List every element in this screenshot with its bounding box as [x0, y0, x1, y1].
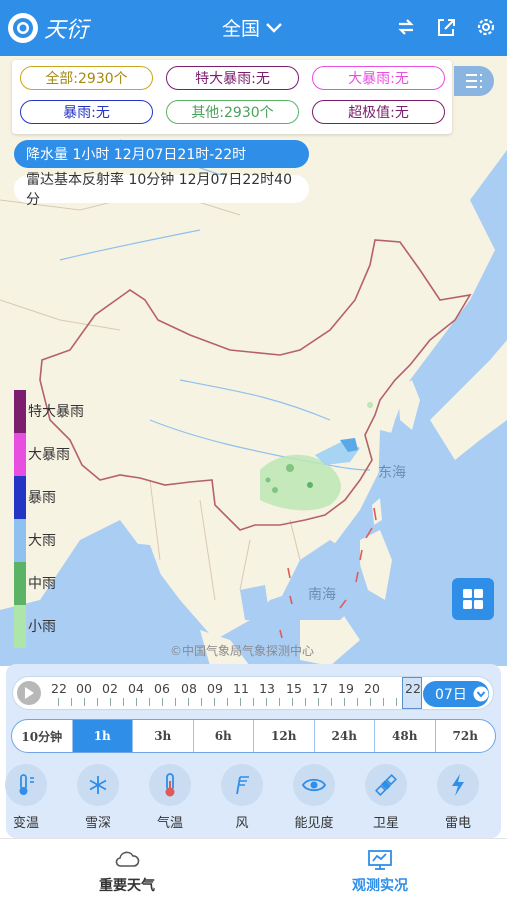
radar-layer-pill[interactable]: 雷达基本反射率 10分钟 12月07日22时40分 — [14, 172, 309, 208]
hour-label: 09 — [207, 681, 223, 696]
time-ticks — [53, 698, 413, 708]
map-watermark: ©中国气象局气象探测中心 — [170, 644, 315, 658]
play-icon — [25, 687, 34, 699]
wind-flag-icon — [221, 764, 263, 806]
date-label: 07日 — [435, 687, 467, 703]
radar-layer-label: 雷达基本反射率 10分钟 12月07日22时40分 — [26, 172, 292, 208]
category-label: 变温 — [12, 816, 39, 831]
filter-heavy-rainstorm-chip[interactable]: 大暴雨:无 — [312, 66, 445, 90]
category-wind[interactable]: 风 — [212, 760, 272, 831]
category-label: 雪深 — [84, 816, 111, 831]
grid-icon — [463, 589, 483, 609]
hour-label: 17 — [312, 681, 328, 696]
hour-label: 11 — [233, 681, 249, 696]
filter-other-chip[interactable]: 其他:2930个 — [166, 100, 299, 124]
cloud-icon — [115, 851, 140, 867]
grid-view-button[interactable] — [452, 578, 494, 620]
category-visibility[interactable]: 能见度 — [284, 760, 344, 831]
lightning-icon — [437, 764, 479, 806]
refresh-icon[interactable] — [393, 14, 419, 40]
hour-label: 13 — [259, 681, 275, 696]
interval-option[interactable]: 12h — [254, 720, 315, 752]
legend-label: 特大暴雨 — [28, 404, 84, 420]
hour-label: 02 — [102, 681, 118, 696]
category-temp-change[interactable]: 变温 — [0, 760, 56, 831]
list-menu-button[interactable] — [454, 66, 494, 96]
category-lightning[interactable]: 雷电 — [428, 760, 488, 831]
region-label: 全国 — [222, 18, 261, 40]
hour-label: 08 — [181, 681, 197, 696]
hour-label: 00 — [76, 681, 92, 696]
nav-label: 观测实况 — [352, 878, 408, 894]
interval-option[interactable]: 10分钟 — [12, 720, 73, 752]
hour-label: 20 — [364, 681, 380, 696]
filter-all-chip[interactable]: 全部:2930个 — [20, 66, 153, 90]
thermometer-icon — [149, 764, 191, 806]
interval-option-active[interactable]: 1h — [72, 720, 133, 752]
nav-important-weather[interactable]: 重要天气 — [47, 847, 207, 895]
sea-label-south: 南海 — [308, 587, 336, 603]
legend-label: 中雨 — [28, 576, 56, 592]
snowflake-icon — [77, 764, 119, 806]
philippines-land — [360, 530, 392, 600]
sea-label-east: 东海 — [378, 465, 406, 481]
hour-label: 22 — [51, 681, 67, 696]
category-label: 气温 — [156, 816, 183, 831]
current-hour-label: 22 — [405, 681, 421, 696]
interval-option[interactable]: 6h — [194, 720, 254, 752]
interval-option[interactable]: 72h — [436, 720, 496, 752]
hour-label: 19 — [338, 681, 354, 696]
category-label: 能见度 — [294, 816, 334, 831]
logo-globe-icon — [8, 13, 38, 43]
share-icon[interactable] — [433, 14, 459, 40]
nav-label: 重要天气 — [99, 878, 155, 894]
interval-option[interactable]: 24h — [315, 720, 375, 752]
legend-label: 暴雨 — [28, 490, 56, 506]
top-bar: 天衍 全国 — [0, 0, 507, 56]
category-label: 雷电 — [444, 816, 471, 831]
bottom-nav: 重要天气 观测实况 — [0, 838, 507, 901]
eye-icon — [293, 764, 335, 806]
nav-observation[interactable]: 观测实况 — [300, 847, 460, 895]
hour-label: 06 — [154, 681, 170, 696]
hour-label: 04 — [128, 681, 144, 696]
legend-label: 小雨 — [28, 619, 56, 635]
filter-rainstorm-chip[interactable]: 暴雨:无 — [20, 100, 153, 124]
precipitation-layer-label: 降水量 1小时 12月07日21时-22时 — [26, 147, 247, 163]
interval-selector: 10分钟 1h 3h 6h 12h 24h 48h 72h — [11, 719, 496, 753]
category-temperature[interactable]: 气温 — [140, 760, 200, 831]
chevron-down-icon — [266, 22, 282, 33]
thermometer-change-icon — [5, 764, 47, 806]
filter-extreme-value-chip[interactable]: 超极值:无 — [312, 100, 445, 124]
legend-label: 大雨 — [28, 533, 56, 549]
time-slider[interactable]: 22 00 02 04 06 08 09 11 13 15 17 19 20 2… — [12, 676, 494, 710]
filter-panel: 全部:2930个 特大暴雨:无 大暴雨:无 暴雨:无 其他:2930个 超极值:… — [12, 60, 452, 134]
interval-option[interactable]: 3h — [133, 720, 194, 752]
app-logo: 天衍 — [8, 12, 88, 44]
chevron-down-circle-icon — [473, 686, 489, 702]
taiwan-land — [372, 498, 382, 525]
gulf-of-thailand — [240, 585, 270, 620]
category-snow-depth[interactable]: 雪深 — [68, 760, 128, 831]
interval-option[interactable]: 48h — [375, 720, 436, 752]
satellite-icon — [365, 764, 407, 806]
list-icon — [466, 74, 482, 88]
gear-icon[interactable] — [473, 14, 499, 40]
monitor-chart-icon — [368, 850, 392, 870]
play-button[interactable] — [17, 681, 41, 705]
category-label: 卫星 — [372, 816, 399, 831]
logo-text: 天衍 — [44, 18, 89, 43]
filter-extreme-rainstorm-chip[interactable]: 特大暴雨:无 — [166, 66, 299, 90]
date-selector[interactable]: 07日 — [423, 681, 489, 707]
category-row: 变温 雪深 气温 风 能见度 卫星 雷电 — [0, 760, 507, 831]
hour-label: 15 — [286, 681, 302, 696]
category-label: 风 — [235, 816, 249, 831]
japan-land — [430, 340, 507, 460]
precipitation-layer-pill[interactable]: 降水量 1小时 12月07日21时-22时 — [14, 140, 309, 168]
legend-label: 大暴雨 — [28, 447, 70, 463]
category-satellite[interactable]: 卫星 — [356, 760, 416, 831]
region-selector[interactable]: 全国 — [222, 14, 284, 41]
